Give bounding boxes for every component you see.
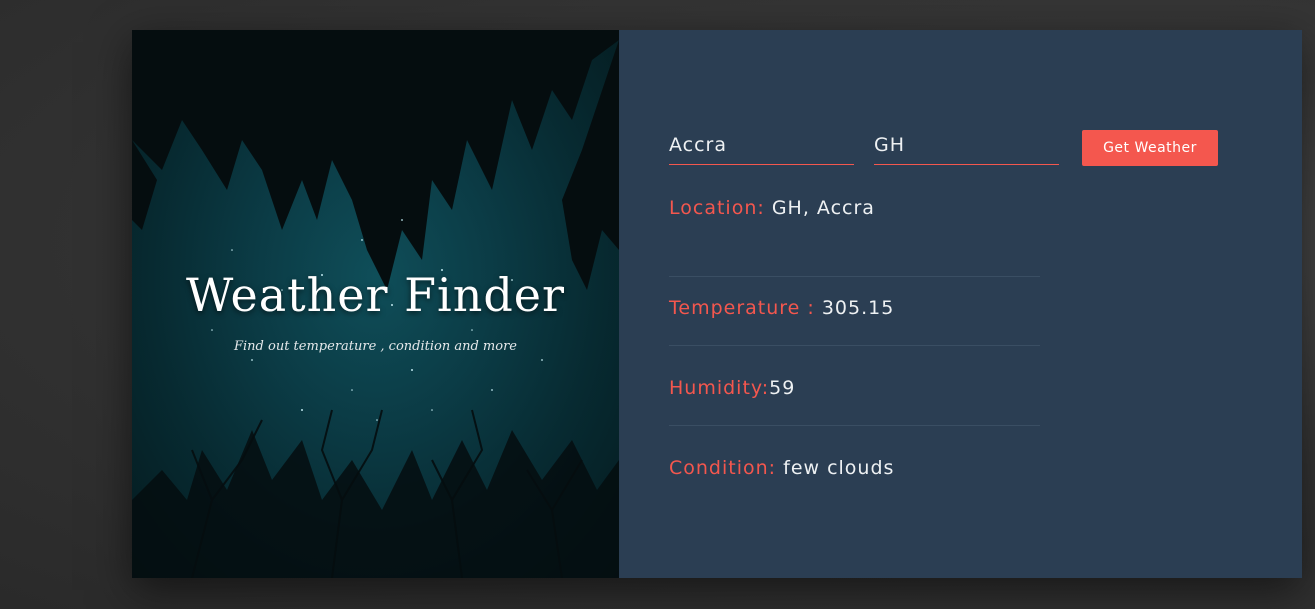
app-title: Weather Finder [185,268,566,322]
location-value: GH, Accra [771,197,875,219]
get-weather-button[interactable]: Get Weather [1082,130,1218,166]
city-input[interactable]: Accra [669,130,854,165]
temperature-row: Temperature : 305.15 [669,266,1040,346]
weather-card: Weather Finder Find out temperature , co… [132,30,1302,578]
condition-label: Condition: [669,457,777,479]
country-input[interactable]: GH [874,130,1059,165]
temperature-label: Temperature : [669,297,815,319]
app-subtitle: Find out temperature , condition and mor… [234,339,517,354]
location-label: Location: [669,197,765,219]
weather-panel: Accra GH Get Weather Location: GH, Accra… [619,30,1302,578]
hero-panel: Weather Finder Find out temperature , co… [132,30,619,578]
humidity-label: Humidity: [669,377,770,399]
humidity-value: 59 [769,377,796,399]
condition-row: Condition: few clouds [669,426,1040,506]
condition-value: few clouds [783,457,895,479]
humidity-row: Humidity:59 [669,346,1040,426]
temperature-value: 305.15 [821,297,895,319]
location-row: Location: GH, Accra [669,197,1040,277]
